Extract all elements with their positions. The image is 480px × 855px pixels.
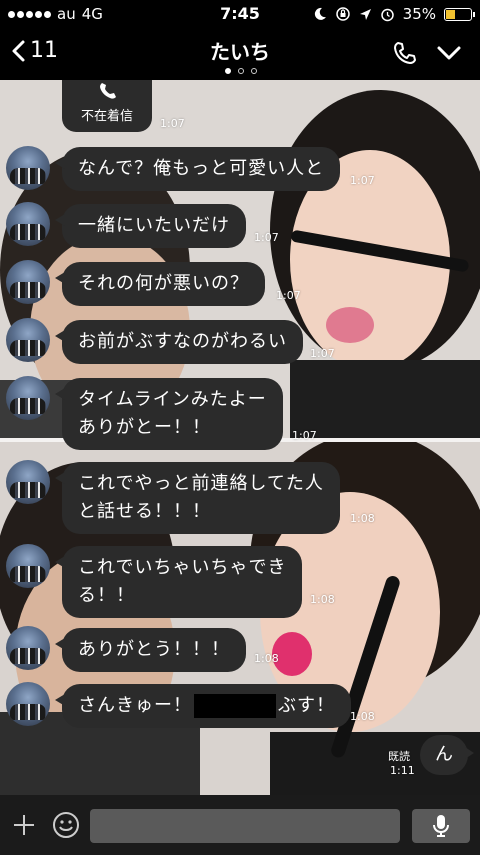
message-text-before: さんきゅー！ xyxy=(78,695,192,716)
avatar[interactable] xyxy=(6,318,50,362)
battery-icon xyxy=(444,7,475,21)
message-input[interactable] xyxy=(90,809,400,843)
message-time: 1:08 xyxy=(254,652,279,665)
message-bubble[interactable]: これでいちゃいちゃでき る！！ xyxy=(54,546,303,618)
message-time: 1:07 xyxy=(310,347,335,360)
status-bar: au 4G 7:45 35% xyxy=(0,0,480,28)
message-bubble[interactable]: ありがとう！！！ xyxy=(55,628,246,672)
moon-icon xyxy=(314,7,326,20)
page-indicator xyxy=(225,68,257,74)
message-time: 1:07 xyxy=(276,289,301,302)
message-bubble[interactable]: なんで？俺もっと可愛い人と xyxy=(54,147,341,191)
avatar[interactable] xyxy=(6,376,50,420)
message-time: 1:07 xyxy=(292,429,317,442)
message-time: 1:08 xyxy=(350,512,375,525)
message-bubble[interactable]: 一緒にいたいだけ xyxy=(55,204,246,248)
avatar[interactable] xyxy=(6,460,50,504)
voice-button[interactable] xyxy=(412,809,470,843)
microphone-icon xyxy=(433,815,449,837)
rotation-lock-icon xyxy=(335,7,350,21)
message-time: 1:07 xyxy=(160,117,185,130)
missed-call-label: 不在着信 xyxy=(80,109,133,124)
message-time: 1:08 xyxy=(350,710,375,723)
message-bubble[interactable]: さんきゅー！ ぶす！ xyxy=(55,684,351,728)
alarm-icon xyxy=(380,8,394,21)
avatar[interactable] xyxy=(6,260,50,304)
plus-icon[interactable] xyxy=(12,813,36,837)
read-receipt: 既読 xyxy=(388,750,410,763)
avatar[interactable] xyxy=(6,146,50,190)
message-time: 1:07 xyxy=(350,174,375,187)
avatar[interactable] xyxy=(6,682,50,726)
message-bubble[interactable]: それの何が悪いの？ xyxy=(55,262,265,306)
message-time: 1:07 xyxy=(254,231,279,244)
avatar[interactable] xyxy=(6,544,50,588)
message-text-after: ぶす！ xyxy=(278,695,335,716)
chat-area[interactable]: 不在着信 1:07 なんで？俺もっと可愛い人と 1:07 一緒にいたいだけ 1:… xyxy=(0,80,480,795)
emoji-icon[interactable] xyxy=(52,811,80,839)
missed-call-bubble[interactable]: 不在着信 xyxy=(62,80,152,132)
battery-percent: 35% xyxy=(402,5,436,23)
message-bubble[interactable]: これでやっと前連絡してた人 と話せる！！！ xyxy=(55,462,340,534)
message-time: 1:08 xyxy=(310,593,335,606)
redaction-block xyxy=(194,694,276,718)
message-bubble[interactable]: タイムラインみたよー ありがとー！！ xyxy=(55,378,283,450)
avatar[interactable] xyxy=(6,626,50,670)
message-bubble[interactable]: お前がぶすなのがわるい xyxy=(55,320,303,364)
avatar[interactable] xyxy=(6,202,50,246)
input-bar xyxy=(0,795,480,855)
sent-message-bubble[interactable]: ん xyxy=(420,735,474,775)
phone-call-icon[interactable] xyxy=(392,40,418,66)
chat-header: 11 たいち xyxy=(0,28,480,80)
status-right: 35% xyxy=(313,5,475,23)
chevron-down-icon[interactable] xyxy=(436,40,462,66)
sent-time: 1:11 xyxy=(390,764,415,777)
location-icon xyxy=(359,8,371,20)
missed-call-icon xyxy=(100,83,116,99)
